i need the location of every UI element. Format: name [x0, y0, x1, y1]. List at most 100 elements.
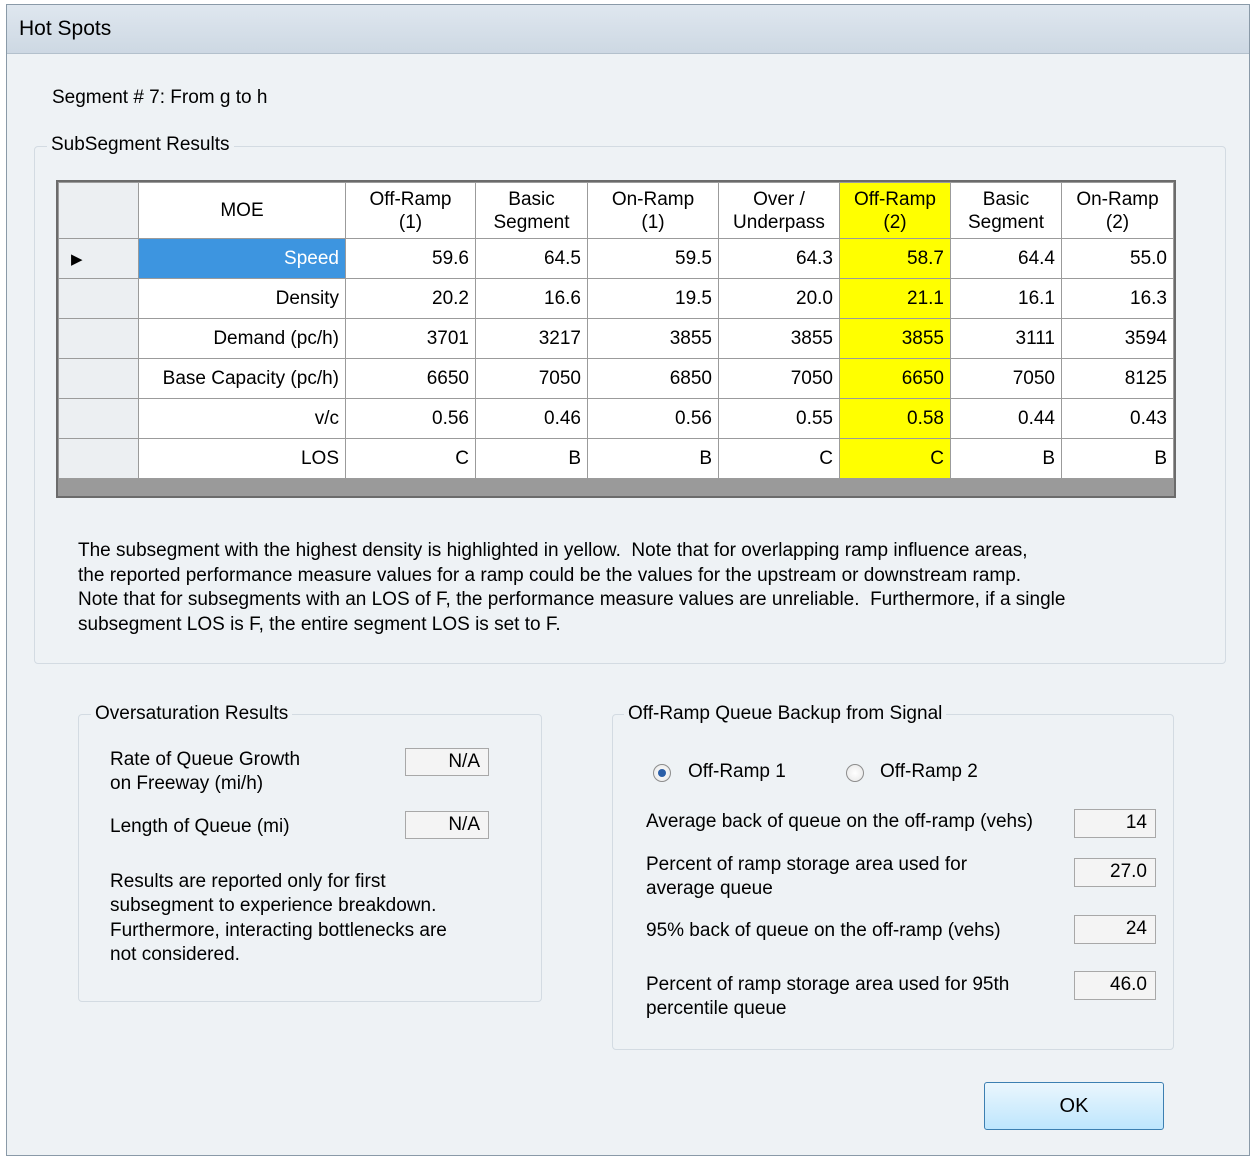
row-selector[interactable]	[58, 358, 139, 399]
table-cell[interactable]: 7050	[718, 358, 840, 399]
column-header: Basic Segment	[475, 182, 588, 239]
ok-button[interactable]: OK	[984, 1082, 1164, 1130]
table-cell[interactable]: 55.0	[1061, 238, 1174, 279]
window-title: Hot Spots	[19, 17, 112, 40]
pct-storage-95-label: Percent of ramp storage area used for 95…	[646, 974, 1010, 995]
row-selector[interactable]	[58, 318, 139, 359]
table-cell[interactable]: 59.5	[587, 238, 719, 279]
table-cell[interactable]: 3111	[950, 318, 1062, 359]
row-label[interactable]: v/c	[138, 398, 346, 439]
table-cell[interactable]: 16.3	[1061, 278, 1174, 319]
row-header-corner	[58, 182, 139, 239]
table-cell[interactable]: B	[475, 438, 588, 479]
offramp-queue-label: Off-Ramp Queue Backup from Signal	[624, 703, 947, 725]
row-label[interactable]: LOS	[138, 438, 346, 479]
queue-length-value: N/A	[405, 811, 489, 839]
table-cell[interactable]: B	[950, 438, 1062, 479]
table-cell[interactable]: 64.3	[718, 238, 840, 279]
table-cell[interactable]: B	[1061, 438, 1174, 479]
oversaturation-note-line-4: not considered.	[110, 944, 240, 965]
segment-label: Segment # 7: From g to h	[52, 87, 268, 108]
queue-length-label: Length of Queue (mi)	[110, 816, 290, 837]
p95-back-queue-value: 24	[1074, 915, 1156, 944]
table-cell[interactable]: C	[718, 438, 840, 479]
queue-growth-value: N/A	[405, 748, 489, 776]
table-cell[interactable]: 0.58	[839, 398, 951, 439]
oversaturation-note-line-1: Results are reported only for first	[110, 871, 386, 892]
oversaturation-results-label: Oversaturation Results	[91, 703, 293, 725]
table-row[interactable]: Base Capacity (pc/h) 6650 7050 6850 7050 6650…	[58, 358, 1174, 399]
table-cell[interactable]: 0.55	[718, 398, 840, 439]
results-table: MOE Off-Ramp (1) Basic Segment On-Ramp (1) O…	[58, 182, 1174, 479]
table-row[interactable]: LOS C B B C C B B	[58, 438, 1174, 479]
row-label[interactable]: Speed	[138, 238, 346, 279]
column-header: Over / Underpass	[718, 182, 840, 239]
table-cell[interactable]: 6650	[345, 358, 476, 399]
avg-back-queue-label: Average back of queue on the off-ramp (v…	[646, 811, 1033, 832]
table-cell[interactable]: 3594	[1061, 318, 1174, 359]
table-cell[interactable]: 19.5	[587, 278, 719, 319]
row-label[interactable]: Density	[138, 278, 346, 319]
subsegment-results-label: SubSegment Results	[47, 134, 234, 156]
offramp-2-label[interactable]: Off-Ramp 2	[880, 760, 978, 784]
offramp-2-radio[interactable]	[846, 764, 864, 782]
row-selector[interactable]: ▶	[58, 238, 139, 279]
table-row[interactable]: Density 20.2 16.6 19.5 20.0 21.1 16.1 16.3	[58, 278, 1174, 319]
row-label[interactable]: Demand (pc/h)	[138, 318, 346, 359]
table-cell[interactable]: 20.0	[718, 278, 840, 319]
table-cell[interactable]: 64.4	[950, 238, 1062, 279]
column-header: On-Ramp (2)	[1061, 182, 1174, 239]
subsegment-note: The subsegment with the highest density …	[78, 540, 1066, 635]
p95-back-queue-label: 95% back of queue on the off-ramp (vehs)	[646, 920, 1001, 941]
table-cell[interactable]: 16.1	[950, 278, 1062, 319]
table-cell[interactable]: 7050	[950, 358, 1062, 399]
pct-storage-95-label-line2: percentile queue	[646, 998, 787, 1019]
table-row[interactable]: ▶ Speed 59.6 64.5 59.5 64.3 58.7 64.4 55.0	[58, 238, 1174, 279]
table-cell[interactable]: 3701	[345, 318, 476, 359]
column-header: Off-Ramp (1)	[345, 182, 476, 239]
table-row[interactable]: Demand (pc/h) 3701 3217 3855 3855 3855 3111 359…	[58, 318, 1174, 359]
table-cell[interactable]: 7050	[475, 358, 588, 399]
table-row[interactable]: v/c 0.56 0.46 0.56 0.55 0.58 0.44 0.43	[58, 398, 1174, 439]
table-cell[interactable]: 3217	[475, 318, 588, 359]
table-header-row: MOE Off-Ramp (1) Basic Segment On-Ramp (1) O…	[58, 182, 1174, 239]
row-selector[interactable]	[58, 438, 139, 479]
pct-storage-avg-label: Percent of ramp storage area used for	[646, 854, 968, 875]
table-cell[interactable]: 0.43	[1061, 398, 1174, 439]
pct-storage-95-value: 46.0	[1074, 971, 1156, 1000]
table-cell[interactable]: 3855	[587, 318, 719, 359]
table-cell[interactable]: C	[345, 438, 476, 479]
table-cell[interactable]: 20.2	[345, 278, 476, 319]
table-cell[interactable]: 0.56	[587, 398, 719, 439]
table-cell[interactable]: B	[587, 438, 719, 479]
title-bar: Hot Spots	[7, 5, 1249, 54]
table-cell[interactable]: C	[839, 438, 951, 479]
table-cell[interactable]: 0.46	[475, 398, 588, 439]
table-cell[interactable]: 3855	[718, 318, 840, 359]
offramp-1-radio[interactable]	[653, 764, 671, 782]
subsegment-results-grid[interactable]: MOE Off-Ramp (1) Basic Segment On-Ramp (1) O…	[56, 180, 1176, 498]
table-cell[interactable]: 6850	[587, 358, 719, 399]
table-cell[interactable]: 21.1	[839, 278, 951, 319]
table-cell[interactable]: 16.6	[475, 278, 588, 319]
oversaturation-note-line-3: Furthermore, interacting bottlenecks are	[110, 920, 447, 941]
table-cell[interactable]: 3855	[839, 318, 951, 359]
column-header: Basic Segment	[950, 182, 1062, 239]
row-label[interactable]: Base Capacity (pc/h)	[138, 358, 346, 399]
table-cell[interactable]: 64.5	[475, 238, 588, 279]
table-cell[interactable]: 0.56	[345, 398, 476, 439]
column-header: Off-Ramp (2)	[839, 182, 951, 239]
table-cell[interactable]: 0.44	[950, 398, 1062, 439]
queue-growth-label: Rate of Queue Growth	[110, 749, 301, 770]
table-cell[interactable]: 59.6	[345, 238, 476, 279]
offramp-1-label[interactable]: Off-Ramp 1	[688, 760, 786, 784]
queue-growth-label-line2: on Freeway (mi/h)	[110, 773, 264, 794]
row-selector[interactable]	[58, 278, 139, 319]
table-cell[interactable]: 8125	[1061, 358, 1174, 399]
oversaturation-note-line-2: subsegment to experience breakdown.	[110, 895, 437, 916]
avg-back-queue-value: 14	[1074, 809, 1156, 838]
column-header: On-Ramp (1)	[587, 182, 719, 239]
table-cell[interactable]: 6650	[839, 358, 951, 399]
row-selector[interactable]	[58, 398, 139, 439]
table-cell[interactable]: 58.7	[839, 238, 951, 279]
